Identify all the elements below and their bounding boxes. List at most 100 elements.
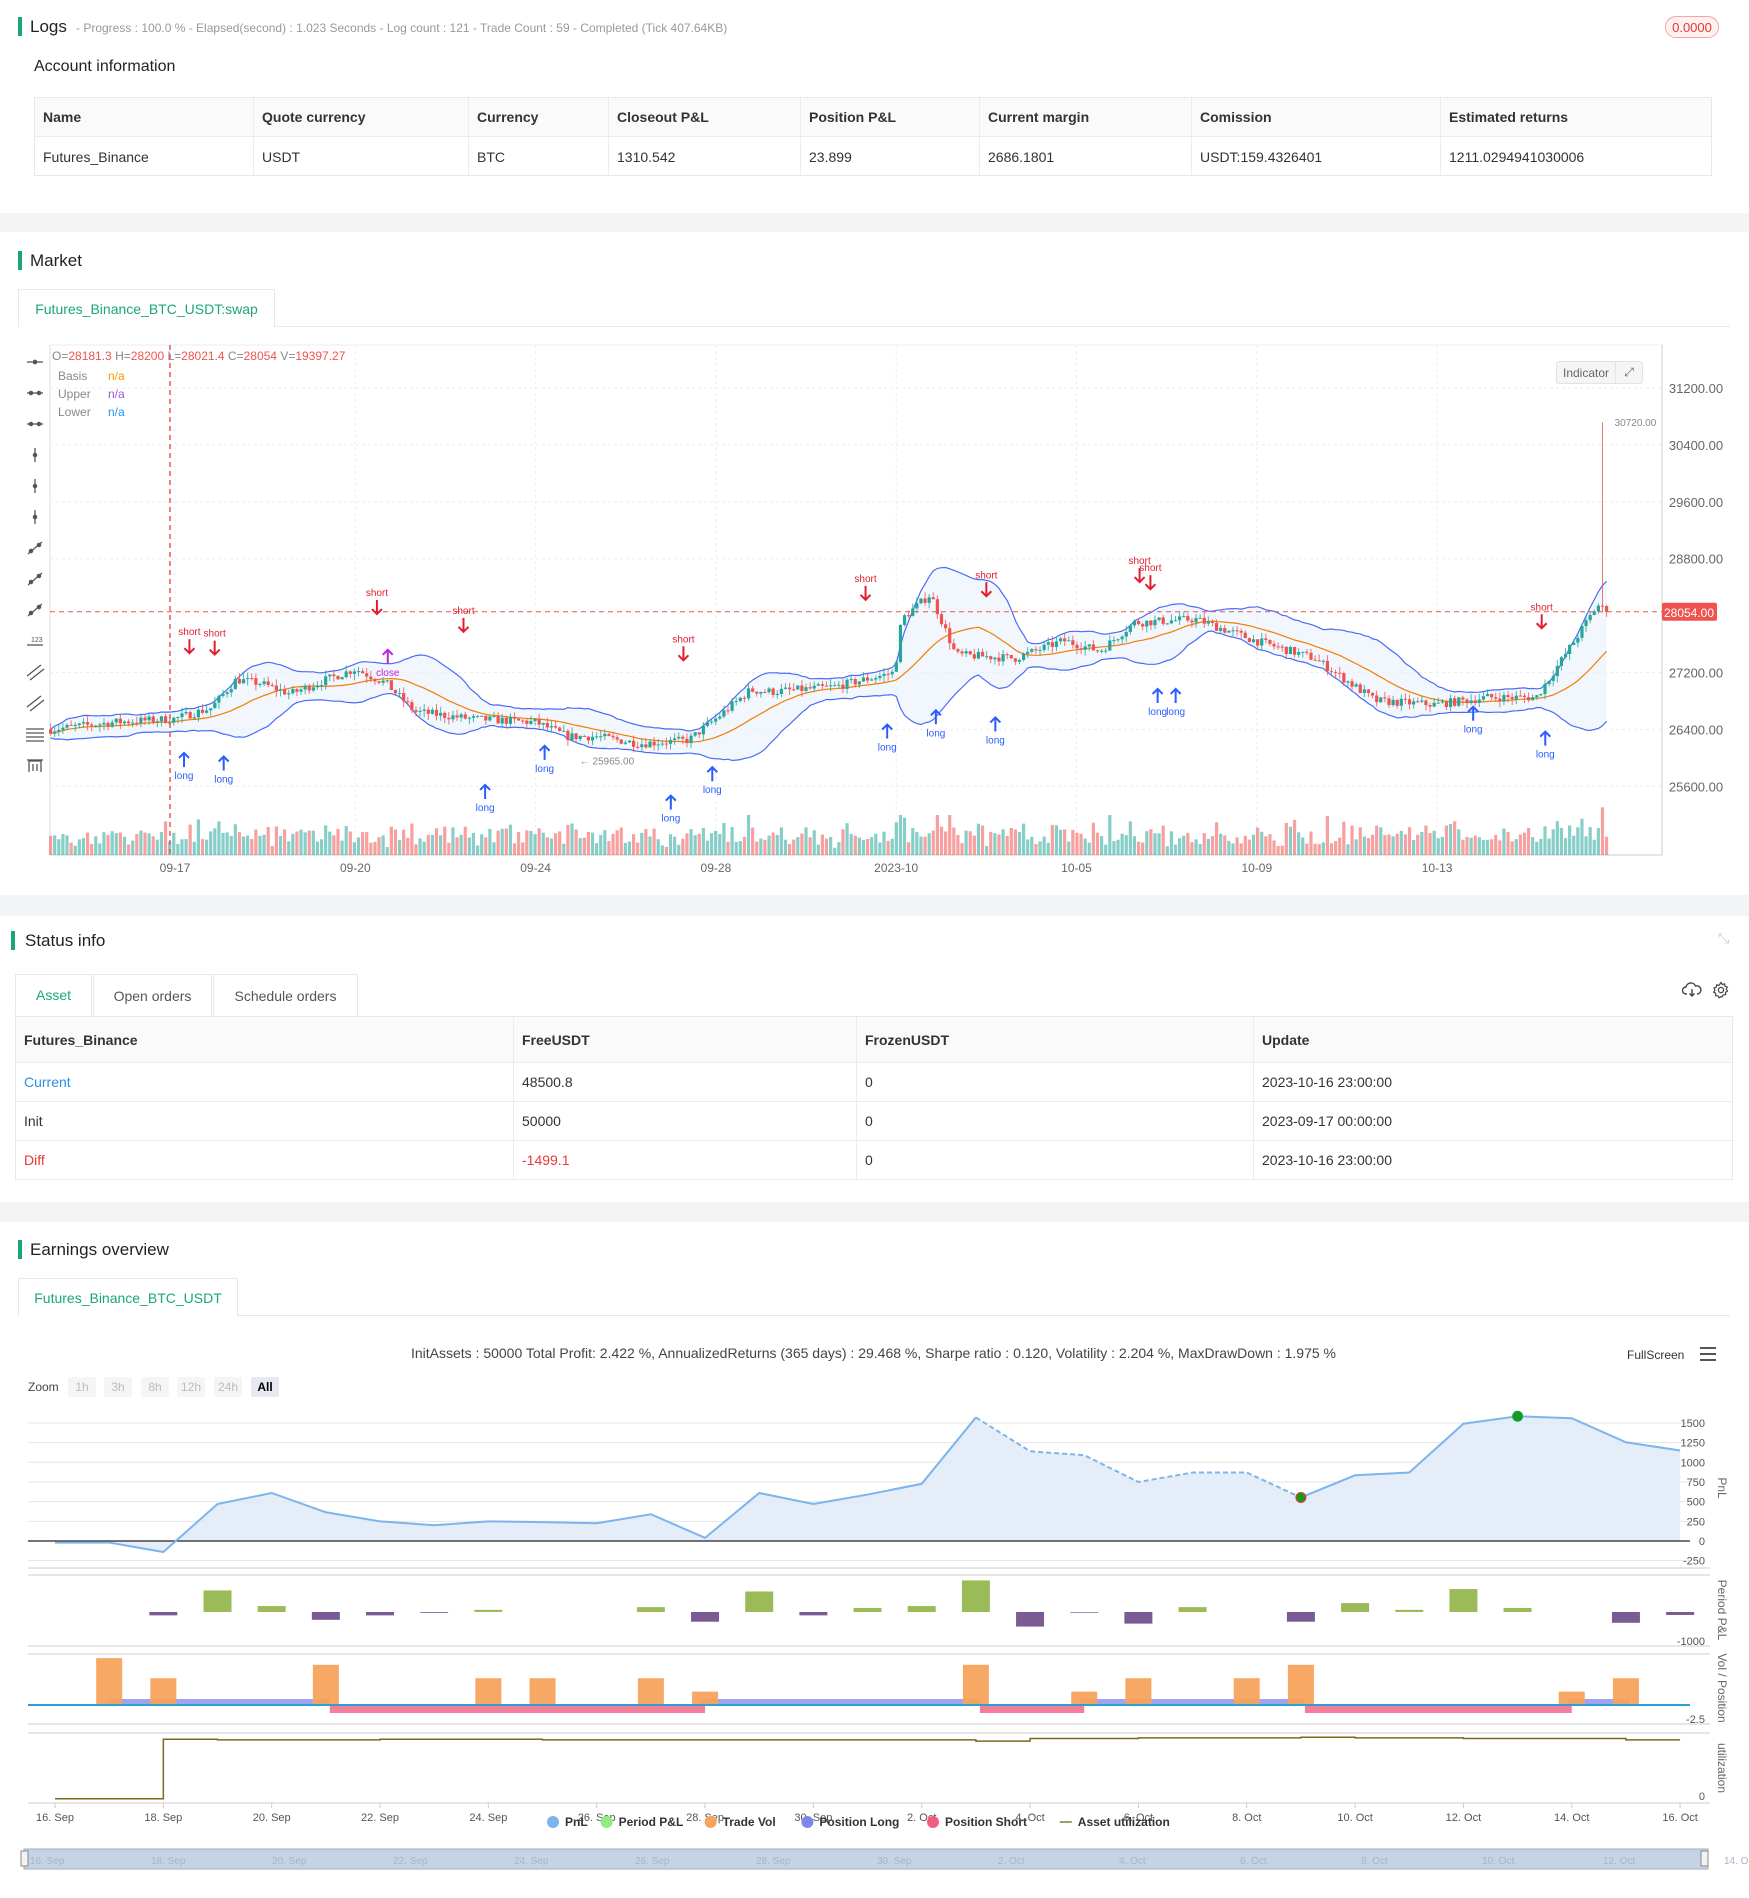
volume-bar [1182, 835, 1186, 855]
volume-bar [1251, 834, 1256, 855]
price-tick-label: 26400.00 [1669, 722, 1723, 737]
zoom-1h-button[interactable]: 1h [68, 1377, 96, 1397]
candle-body [1186, 616, 1190, 621]
period-pnl-bar [1286, 1612, 1315, 1622]
volume-bar [1157, 833, 1161, 855]
candle-body [196, 709, 200, 718]
signal-label: close [376, 668, 400, 679]
navigator-label: 10. Oct [1482, 1856, 1514, 1867]
x-tick-label: 16. Sep [36, 1812, 74, 1824]
volume-bar [508, 824, 513, 855]
period-pnl-bar [853, 1607, 882, 1612]
candle-body [948, 628, 952, 644]
navigator-handle[interactable] [1700, 1850, 1709, 1867]
arrow-down-icon [859, 585, 872, 602]
volume-bar [1178, 838, 1182, 855]
table-row: Init 50000 0 2023-09-17 00:00:00 [16, 1102, 1732, 1141]
candle-body [1169, 620, 1173, 624]
candle-body [615, 737, 619, 740]
volume-bar [455, 837, 459, 855]
candle-body [1264, 638, 1268, 640]
tab-earnings-symbol[interactable]: Futures_Binance_BTC_USDT [18, 1278, 238, 1316]
volume-bar [943, 831, 948, 855]
period-pnl-bar [1503, 1607, 1532, 1612]
divider [0, 1202, 1749, 1222]
table-cell[interactable]: Current [16, 1063, 513, 1101]
period-pnl-bar [474, 1609, 503, 1612]
legend-item[interactable]: Position Short [927, 1815, 1027, 1829]
axis-title: PnL [1715, 1477, 1729, 1499]
volume-bar [845, 823, 849, 855]
candle-body [837, 684, 841, 686]
zoom-12h-button[interactable]: 12h [177, 1377, 205, 1397]
volume-bar [221, 832, 225, 855]
volume-bar [631, 834, 636, 855]
candle-body [217, 695, 221, 703]
tab-asset[interactable]: Asset [15, 974, 92, 1016]
candle-body [340, 677, 344, 680]
navigator-handle[interactable] [20, 1850, 29, 1867]
price-tick-label: 27200.00 [1669, 666, 1723, 681]
candlestick-chart[interactable]: 31200.00 30400.00 29600.00 28800.00 27200.00… [0, 0, 1749, 900]
volume-bar [352, 842, 357, 855]
volume-bar [217, 821, 221, 855]
volume-bar [496, 830, 500, 855]
volume-bar [1132, 836, 1137, 855]
candle-body [258, 684, 262, 686]
candle-body [332, 674, 336, 677]
volume-bar [894, 822, 898, 855]
volume-bar [176, 843, 180, 855]
candle-body [595, 736, 599, 738]
candle-body [278, 689, 283, 691]
candle-body [919, 598, 923, 604]
x-tick-label: 20. Sep [253, 1812, 291, 1824]
candle-body [443, 712, 447, 718]
candle-body [943, 624, 948, 629]
volume-bar [1194, 839, 1198, 855]
candle-body [775, 693, 779, 695]
candle-body [303, 685, 307, 690]
signal-label: long [703, 785, 722, 796]
candle-body [898, 624, 903, 663]
candle-body [94, 725, 98, 727]
candle-body [1009, 654, 1013, 659]
menu-icon[interactable] [1700, 1347, 1716, 1361]
candle-body [1309, 652, 1313, 660]
volume-bar [475, 845, 480, 855]
volume-bar [1284, 822, 1288, 855]
signal-label: short [452, 606, 474, 617]
zoom-3h-button[interactable]: 3h [104, 1377, 132, 1397]
zoom-label: Zoom [28, 1380, 59, 1394]
tab-open-orders[interactable]: Open orders [93, 974, 212, 1016]
volume-bar [1214, 822, 1219, 855]
candle-body [1120, 636, 1124, 640]
zoom-24h-button[interactable]: 24h [214, 1377, 242, 1397]
volume-bar [1071, 829, 1075, 855]
candle-body [229, 689, 233, 693]
period-pnl-bar [907, 1606, 936, 1612]
signal-label: long [1536, 750, 1555, 761]
settings-gear-icon[interactable] [1712, 981, 1730, 999]
volume-bar [927, 833, 931, 855]
arrow-down-icon [1535, 614, 1548, 630]
trade-vol-bar [1558, 1691, 1585, 1705]
period-pnl-bar [203, 1590, 232, 1612]
candle-body [902, 615, 907, 625]
candle-body [1576, 637, 1580, 643]
fullscreen-button[interactable]: FullScreen [1627, 1348, 1684, 1362]
candle-body [295, 689, 299, 692]
volume-bar [537, 828, 541, 855]
zoom-8h-button[interactable]: 8h [141, 1377, 169, 1397]
legend-item[interactable]: Asset utilization [1059, 1815, 1170, 1829]
candle-body [237, 678, 242, 684]
zoom-all-button[interactable]: All [251, 1377, 279, 1397]
collapse-icon[interactable]: ⤡ [1718, 930, 1729, 947]
earnings-chart[interactable]: 1500 1250 1000 750 500 250 0 -250 -1000 -2.5 0 PnL P… [0, 1400, 1749, 1890]
cloud-download-icon[interactable] [1682, 981, 1702, 999]
tab-schedule-orders[interactable]: Schedule orders [213, 974, 358, 1016]
candle-body [1325, 660, 1330, 672]
legend-item[interactable]: PnL [547, 1815, 588, 1829]
volume-bar [1428, 833, 1432, 855]
candle-body [1021, 653, 1026, 660]
candle-body [422, 709, 426, 711]
